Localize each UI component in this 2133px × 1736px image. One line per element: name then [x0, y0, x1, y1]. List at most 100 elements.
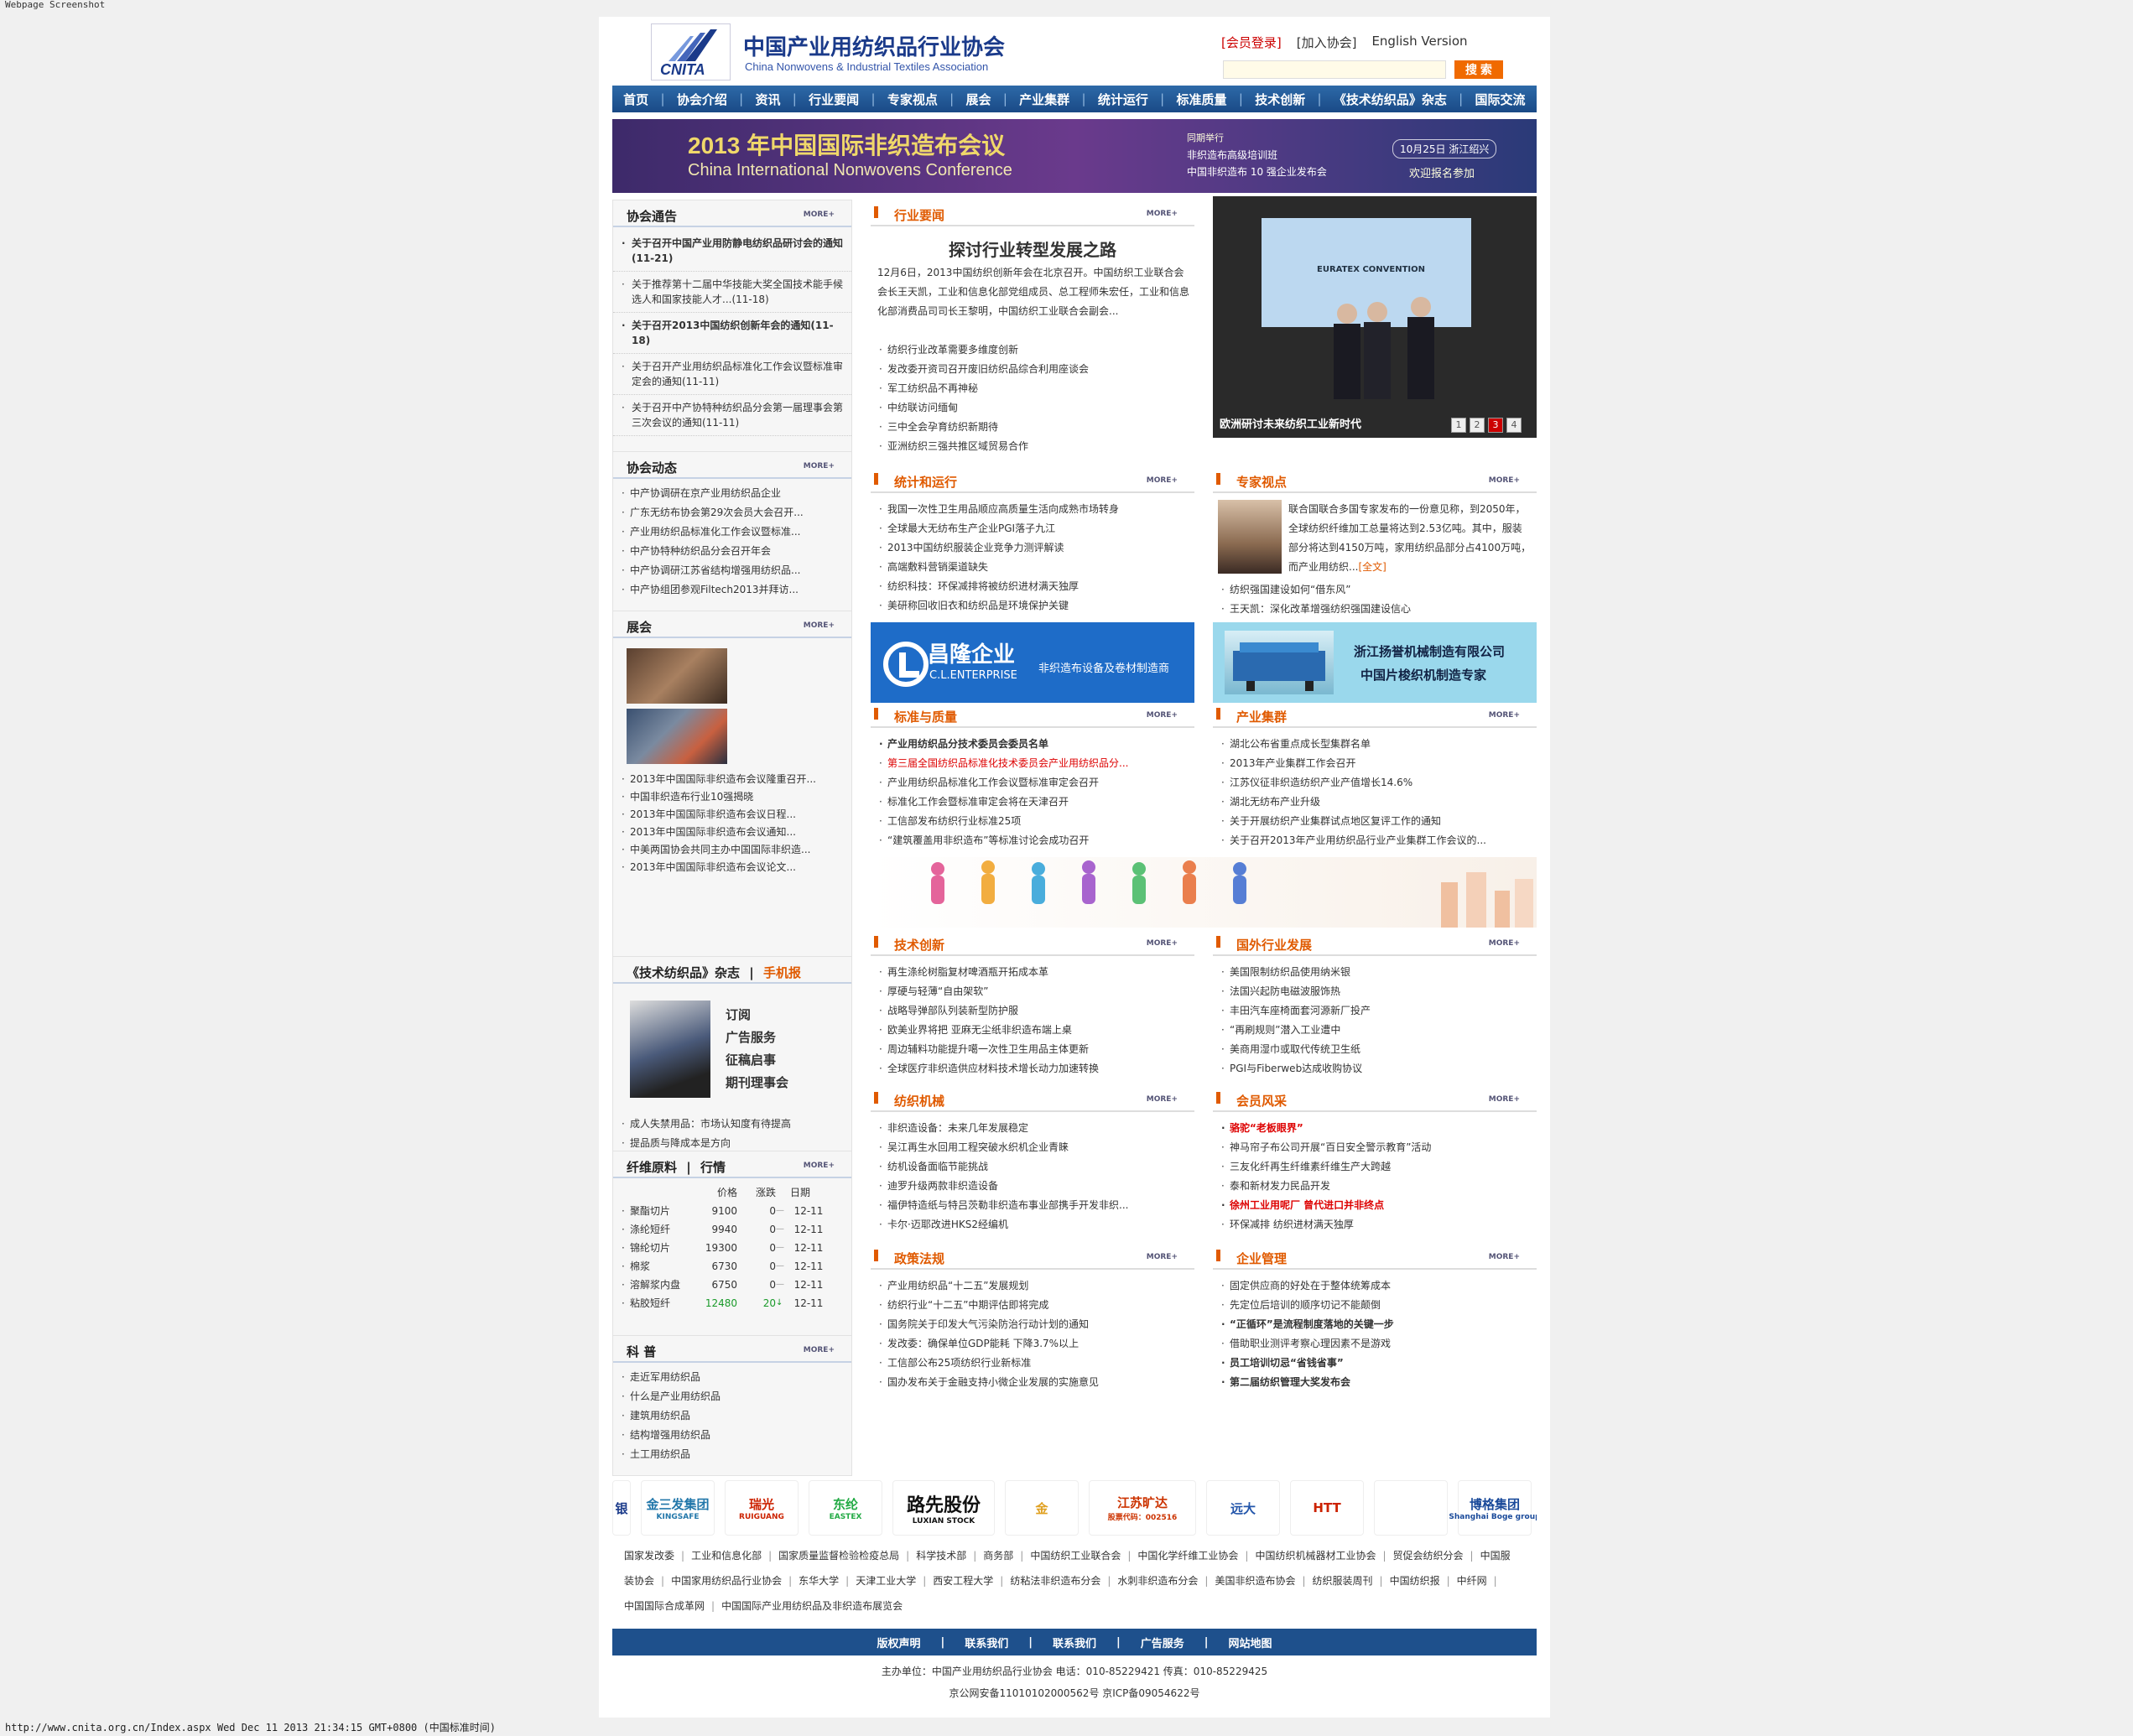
friendly-link[interactable]: 水刺非织造布分会 [1117, 1575, 1198, 1587]
nav-item[interactable]: 国际交流 [1475, 91, 1526, 108]
list-item[interactable]: 什么是产业用纺织品 [613, 1387, 851, 1406]
more-link[interactable]: MORE+ [1147, 1253, 1178, 1261]
list-item[interactable]: 关于召开2013年产业用纺织品行业产业集群工作会议的... [1213, 831, 1537, 850]
list-item[interactable]: 纺织行业“十二五”中期评估即将完成 [871, 1296, 1194, 1315]
list-item[interactable]: 纺机设备面临节能挑战 [871, 1157, 1194, 1177]
list-item[interactable]: 借助职业测评考察心理因素不是游戏 [1213, 1334, 1537, 1354]
site-logo[interactable]: CNITA 中国产业用纺织品行业协会 China Nonwovens & Ind… [651, 23, 1005, 81]
friendly-link[interactable]: 中国纺织报 [1390, 1575, 1440, 1587]
more-link[interactable]: MORE+ [1147, 476, 1178, 485]
list-item[interactable]: 神马帘子布公司开展“百日安全警示教育”活动 [1213, 1138, 1537, 1157]
nav-item[interactable]: 资讯 [755, 91, 780, 108]
partner-logo[interactable]: 博格集团 Shanghai Boge group [1449, 1480, 1537, 1536]
list-item[interactable]: “再刷规则”潜入工业遭中 [1213, 1021, 1537, 1040]
list-item[interactable]: 江苏仪征非织造纺织产业产值增长14.6% [1213, 773, 1537, 793]
more-link[interactable]: MORE+ [804, 1162, 835, 1170]
list-item[interactable]: 中产协组团参观Filtech2013并拜访... [613, 580, 851, 600]
friendly-link[interactable]: 贸促会纺织分会 [1393, 1550, 1464, 1562]
friendly-link[interactable]: 纺织服装周刊 [1313, 1575, 1373, 1587]
list-item[interactable]: 产业用纺织品分技术委员会委员名单 [871, 735, 1194, 754]
nav-item[interactable]: 技术创新 [1255, 91, 1305, 108]
ad-running-people[interactable] [871, 857, 1537, 928]
market-row[interactable]: 聚酯切片 9100 0— 12-11 [613, 1202, 833, 1220]
list-item[interactable]: 周边辅料功能提升噶一次性卫生用品主体更新 [871, 1040, 1194, 1059]
more-link[interactable]: MORE+ [804, 462, 835, 470]
more-link[interactable]: MORE+ [1147, 1095, 1178, 1104]
friendly-link[interactable]: 东华大学 [799, 1575, 839, 1587]
list-item[interactable]: 中美两国协会共同主办中国国际非织造... [613, 841, 851, 859]
list-item[interactable]: 2013年中国国际非织造布会议通知... [613, 824, 851, 841]
market-row[interactable]: 锦纶切片 19300 0— 12-11 [613, 1239, 833, 1257]
list-item[interactable]: 国务院关于印发大气污染防治行动计划的通知 [871, 1315, 1194, 1334]
more-link[interactable]: MORE+ [1147, 210, 1178, 218]
english-version-link[interactable]: English Version [1371, 34, 1467, 51]
list-item[interactable]: 关于开展纺织产业集群试点地区复评工作的通知 [1213, 812, 1537, 831]
list-item[interactable]: 国办发布关于金融支持小微企业发展的实施意见 [871, 1373, 1194, 1392]
list-item[interactable]: 2013年中国国际非织造布会议论文... [613, 859, 851, 876]
list-item[interactable]: 关于召开中国产业用防静电纺织品研讨会的通知(11-21) [613, 231, 851, 272]
footer-link[interactable]: 联系我们 [965, 1635, 1008, 1650]
more-link[interactable]: MORE+ [804, 1346, 835, 1354]
list-item[interactable]: 中纺联访问缅甸 [871, 398, 1194, 418]
list-item[interactable]: 高端敷料营销渠道缺失 [871, 558, 1194, 577]
conference-banner[interactable]: 2013 年中国国际非织造布会议 China International Non… [612, 119, 1537, 193]
list-item[interactable]: 中产协特种纺织品分会召开年会 [613, 542, 851, 561]
list-item[interactable]: 纺织强国建设如何“借东风” [1213, 580, 1537, 600]
nav-item[interactable]: 展会 [966, 91, 991, 108]
list-item[interactable]: 全球最大无纺布生产企业PGI落子九江 [871, 519, 1194, 538]
friendly-link[interactable]: 天津工业大学 [856, 1575, 916, 1587]
list-item[interactable]: 非织造设备：未来几年发展稳定 [871, 1119, 1194, 1138]
list-item[interactable]: 先定位后培训的顺序切记不能颠倒 [1213, 1296, 1537, 1315]
partner-logo[interactable]: 远大 [1206, 1480, 1280, 1536]
join-link[interactable]: [加入协会] [1297, 34, 1357, 51]
more-link[interactable]: MORE+ [1147, 711, 1178, 720]
expo-photo-2[interactable] [627, 709, 727, 764]
search-button[interactable]: 搜 索 [1454, 60, 1503, 79]
list-item[interactable]: 美商用湿巾或取代传统卫生纸 [1213, 1040, 1537, 1059]
list-item[interactable]: 关于召开中产协特种纺织品分会第一届理事会第三次会议的通知(11-11) [613, 395, 851, 436]
nav-item[interactable]: 标准质量 [1177, 91, 1227, 108]
nav-item[interactable]: 行业要闻 [809, 91, 859, 108]
list-item[interactable]: 美国限制纺织品使用纳米银 [1213, 963, 1537, 982]
list-item[interactable]: 纺织行业改革需要多维度创新 [871, 340, 1194, 360]
member-login-link[interactable]: [会员登录] [1221, 34, 1282, 51]
friendly-link[interactable]: 国家发改委 [624, 1550, 674, 1562]
friendly-link[interactable]: 中国国际合成革网 [624, 1600, 705, 1612]
list-item[interactable]: 湖北无纺布产业升级 [1213, 793, 1537, 812]
photo-caption[interactable]: 欧洲研讨未来纺织工业新时代 [1220, 415, 1361, 431]
list-item[interactable]: 发改委开资司召开废旧纺织品综合利用座谈会 [871, 360, 1194, 379]
list-item[interactable]: 环保减排 纺织进材满天独厚 [1213, 1215, 1537, 1234]
list-item[interactable]: 军工纺织品不再神秘 [871, 379, 1194, 398]
partner-logo[interactable]: 路先股份 LUXIAN STOCK [892, 1480, 995, 1536]
list-item[interactable]: 再生涤纶树脂复材啤酒瓶开拓成本革 [871, 963, 1194, 982]
list-item[interactable]: 产业用纺织品标准化工作会议暨标准... [613, 522, 851, 542]
magazine-link[interactable]: 订阅 [726, 1004, 788, 1027]
ad-yangyu[interactable]: 浙江扬誉机械制造有限公司 中国片梭织机制造专家 [1213, 622, 1537, 703]
list-item[interactable]: 第二届纺织管理大奖发布会 [1213, 1373, 1537, 1392]
partner-logo[interactable]: 瑞光 RUIGUANG [725, 1480, 799, 1536]
list-item[interactable]: 中产协调研江苏省结构增强用纺织品... [613, 561, 851, 580]
list-item[interactable]: 产业用纺织品标准化工作会议暨标准审定会召开 [871, 773, 1194, 793]
friendly-link[interactable]: 中国纺织工业联合会 [1030, 1550, 1121, 1562]
friendly-link[interactable]: 纺粘法非织造布分会 [1010, 1575, 1100, 1587]
expert-full-link[interactable]: [全文] [1358, 561, 1386, 573]
more-link[interactable]: MORE+ [1489, 711, 1520, 720]
nav-item[interactable]: 首页 [623, 91, 648, 108]
friendly-link[interactable]: 中国纺织机械器材工业协会 [1255, 1550, 1376, 1562]
ad-changlong[interactable]: 昌隆企业 C.L.ENTERPRISE 非织造布设备及卷材制造商 [871, 622, 1194, 703]
more-link[interactable]: MORE+ [1147, 939, 1178, 948]
list-item[interactable]: 结构增强用纺织品 [613, 1426, 851, 1445]
search-input[interactable] [1223, 60, 1446, 79]
list-item[interactable]: 成人失禁用品：市场认知度有待提高 [613, 1115, 851, 1134]
friendly-link[interactable]: 科学技术部 [916, 1550, 966, 1562]
list-item[interactable]: 中产协调研在京产业用纺织品企业 [613, 484, 851, 503]
list-item[interactable]: “正循环”是流程制度落地的关键一步 [1213, 1315, 1537, 1334]
list-item[interactable]: 迪罗升级两款非织造设备 [871, 1177, 1194, 1196]
footer-link[interactable]: 网站地图 [1229, 1635, 1272, 1650]
more-link[interactable]: MORE+ [804, 211, 835, 219]
list-item[interactable]: 标准化工作会暨标准审定会将在天津召开 [871, 793, 1194, 812]
friendly-link[interactable]: 美国非织造布协会 [1215, 1575, 1295, 1587]
partner-logo[interactable]: 东纶 EASTEX [809, 1480, 882, 1536]
magazine-link[interactable]: 期刊理事会 [726, 1072, 788, 1094]
more-link[interactable]: MORE+ [1489, 476, 1520, 485]
